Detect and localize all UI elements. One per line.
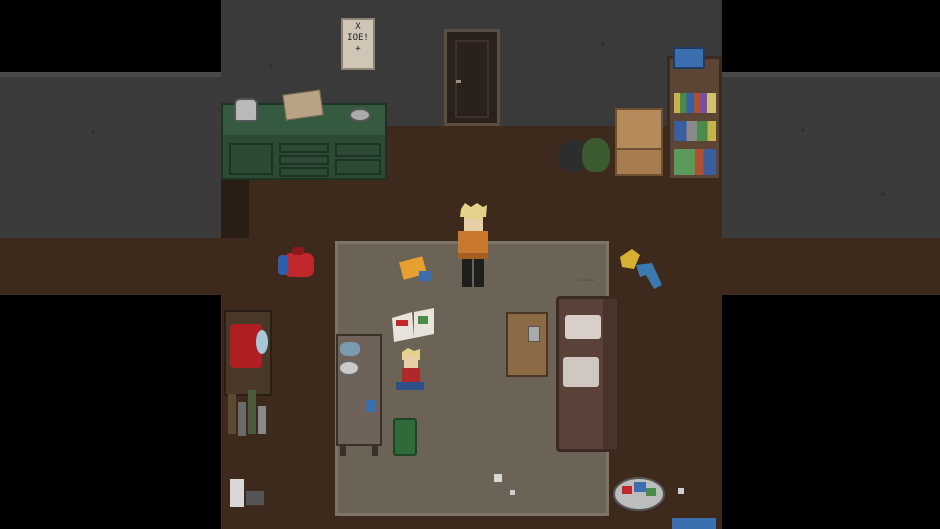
void-top-left	[0, 0, 221, 75]
bottles-sprite	[228, 390, 266, 436]
couch[interactable]	[556, 296, 620, 452]
lamp-sprite	[230, 324, 268, 368]
table-leg	[340, 444, 346, 456]
blue-box-icon[interactable]	[673, 47, 705, 69]
cup-icon[interactable]	[366, 400, 376, 412]
cabinet-door	[229, 143, 273, 175]
void-top-right	[722, 0, 940, 75]
plate-icon[interactable]	[338, 360, 360, 376]
mug-icon[interactable]	[528, 326, 540, 342]
clothes-pile-icon[interactable]	[618, 247, 664, 291]
blue-item-icon[interactable]	[672, 518, 716, 529]
book-sprite	[392, 308, 434, 342]
kettle-icon[interactable]	[234, 98, 258, 122]
bottles-icon[interactable]	[226, 384, 270, 440]
side-table[interactable]	[506, 312, 548, 377]
books-row	[674, 93, 716, 113]
plate-icon[interactable]	[340, 342, 360, 356]
pillow	[565, 315, 601, 339]
child-character[interactable]	[396, 348, 426, 398]
device-icon[interactable]	[230, 477, 266, 509]
couch-back	[603, 299, 617, 449]
table-leg	[372, 444, 378, 456]
player-character[interactable]	[455, 203, 491, 289]
right-room-wall	[722, 72, 940, 240]
wall-poster[interactable]: X IOE! +	[341, 18, 375, 70]
void-bottom-left	[0, 295, 221, 529]
green-bag-icon[interactable]	[393, 418, 417, 456]
paper-note-icon[interactable]	[282, 89, 324, 121]
red-backpack-icon[interactable]	[278, 247, 318, 281]
wall-crack: +	[600, 39, 607, 50]
left-room-wall	[0, 72, 221, 240]
backpack-sprite	[278, 247, 314, 277]
hallway-floor-left	[0, 238, 221, 295]
drawer	[335, 159, 381, 175]
child-sprite	[396, 348, 424, 390]
wall-crack: +	[880, 189, 887, 200]
wall-crack: +	[268, 61, 275, 72]
clothes-sprite	[620, 249, 662, 289]
drawer	[335, 143, 381, 157]
laundry-sprite	[613, 477, 665, 511]
red-lamp-icon[interactable]	[228, 320, 270, 372]
books-row	[674, 149, 716, 175]
drawer	[279, 155, 329, 165]
poster-text: X IOE! +	[347, 22, 369, 54]
drawer	[279, 167, 329, 177]
device-sprite	[230, 479, 264, 507]
rug-mark: ~~~	[578, 276, 595, 286]
cardboard-box[interactable]	[615, 108, 663, 150]
wall-crack: *	[800, 127, 807, 138]
void-bottom-right	[722, 295, 940, 529]
cardboard-box[interactable]	[615, 148, 663, 176]
door[interactable]	[444, 29, 500, 126]
toy-sprite	[399, 256, 431, 281]
wall-crack: *	[90, 129, 97, 140]
paper-scrap-icon[interactable]	[510, 490, 515, 495]
door-panel	[455, 40, 489, 118]
laundry-basket-icon[interactable]	[612, 472, 666, 512]
trash-bag-icon[interactable]	[582, 138, 610, 172]
toy-icon[interactable]	[397, 253, 435, 285]
hallway-floor-right	[722, 238, 940, 295]
pillow	[563, 357, 599, 387]
bookshelf[interactable]	[667, 56, 722, 181]
books-row	[674, 121, 716, 141]
paper-scrap-icon[interactable]	[494, 474, 502, 482]
player-sprite	[458, 203, 488, 287]
wall-shadow	[221, 180, 249, 238]
bowl-icon[interactable]	[349, 108, 371, 122]
drawer	[279, 143, 329, 153]
open-book-icon[interactable]	[390, 308, 436, 342]
paper-scrap-icon[interactable]	[678, 488, 684, 494]
door-handle	[456, 80, 461, 83]
